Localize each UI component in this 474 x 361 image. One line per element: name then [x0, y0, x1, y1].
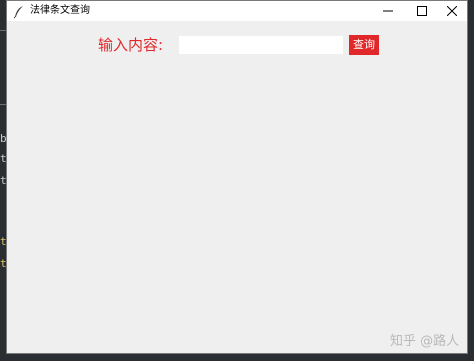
- query-input[interactable]: [179, 36, 343, 54]
- feather-icon: [12, 4, 26, 19]
- app-window: 法律条文查询 输入内容: 查询: [6, 0, 468, 354]
- maximize-icon: [417, 6, 427, 16]
- close-button[interactable]: [435, 1, 469, 21]
- title-bar[interactable]: 法律条文查询: [7, 1, 467, 21]
- watermark: 知乎 @路人: [390, 334, 460, 349]
- minimize-icon: [383, 6, 393, 16]
- maximize-button[interactable]: [405, 1, 439, 21]
- window-content: 输入内容: 查询: [7, 21, 467, 353]
- minimize-button[interactable]: [371, 1, 405, 21]
- query-button[interactable]: 查询: [349, 35, 379, 55]
- close-icon: [447, 6, 457, 16]
- input-label: 输入内容:: [98, 36, 164, 54]
- window-title: 法律条文查询: [30, 5, 90, 16]
